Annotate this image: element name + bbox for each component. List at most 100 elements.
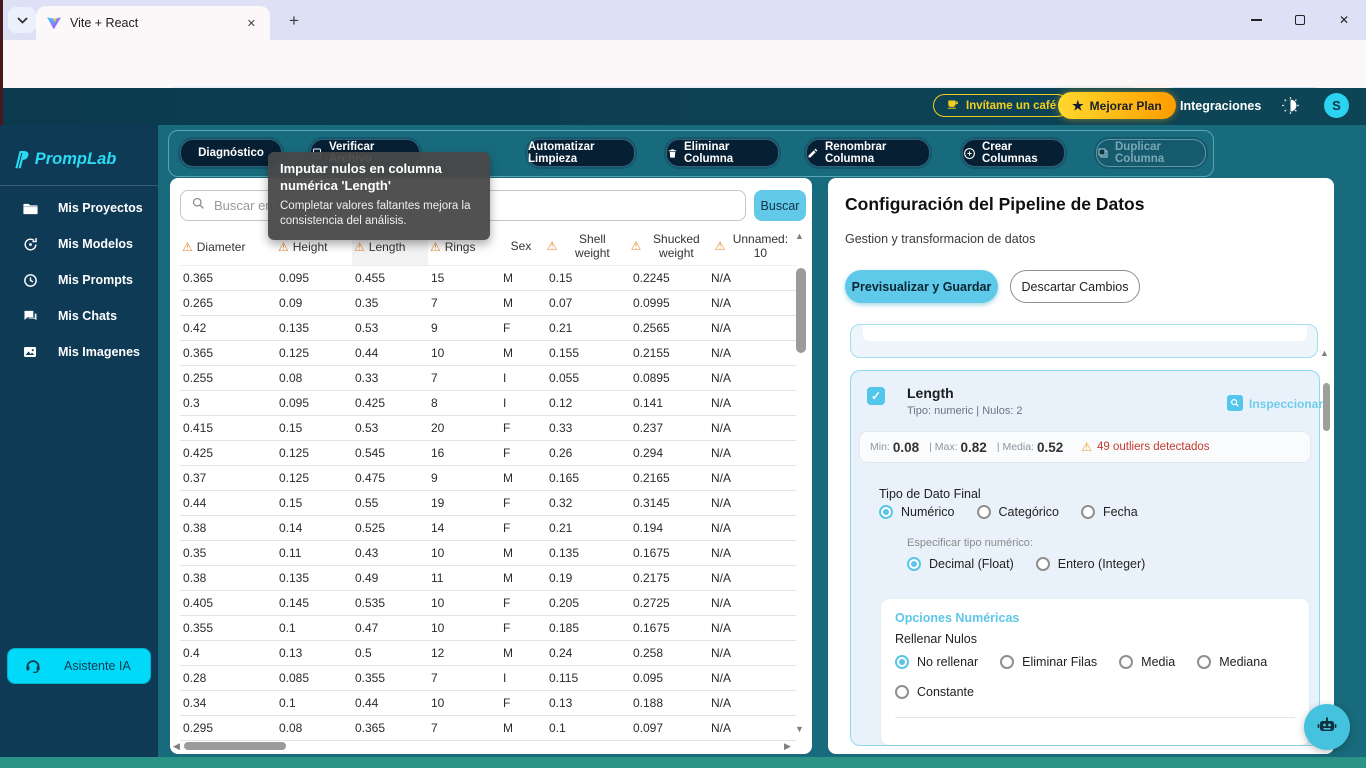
plus-circle-icon bbox=[963, 147, 976, 160]
table-row[interactable]: 0.350.110.4310M0.1350.1675N/A bbox=[180, 541, 796, 566]
upgrade-plan-button[interactable]: ★ Mejorar Plan bbox=[1058, 92, 1176, 119]
table-row[interactable]: 0.4150.150.5320F0.330.237N/A bbox=[180, 416, 796, 441]
table-cell: 0.294 bbox=[628, 446, 708, 460]
radio-button[interactable] bbox=[1197, 655, 1211, 669]
table-cell: 0.09 bbox=[276, 296, 352, 310]
radio-numeric-decimal-float-[interactable]: Decimal (Float) bbox=[907, 557, 1014, 571]
radio-button[interactable] bbox=[895, 685, 909, 699]
sidebar-item-mis-prompts[interactable]: Mis Prompts bbox=[0, 262, 158, 298]
assistant-fab[interactable] bbox=[1304, 704, 1350, 750]
column-header-diameter[interactable]: ⚠Diameter bbox=[180, 228, 276, 265]
radio-button[interactable] bbox=[1119, 655, 1133, 669]
radio-button[interactable] bbox=[1081, 505, 1095, 519]
discard-button[interactable]: Descartar Cambios bbox=[1010, 270, 1140, 303]
radio-fill-no-rellenar[interactable]: No rellenar bbox=[895, 655, 978, 669]
radio-button[interactable] bbox=[977, 505, 991, 519]
table-row[interactable]: 0.4250.1250.54516F0.260.294N/A bbox=[180, 441, 796, 466]
new-tab-button[interactable]: + bbox=[282, 9, 306, 33]
assistant-button[interactable]: Asistente IA bbox=[7, 648, 151, 684]
toolbar-button-automatizar-limpieza[interactable]: Automatizar Limpieza bbox=[527, 139, 635, 167]
table-row[interactable]: 0.4050.1450.53510F0.2050.2725N/A bbox=[180, 591, 796, 616]
preview-save-button[interactable]: Previsualizar y Guardar bbox=[845, 270, 998, 303]
radio-type-num-rico[interactable]: Numérico bbox=[879, 505, 955, 519]
table-cell: N/A bbox=[708, 671, 796, 685]
table-row[interactable]: 0.380.1350.4911M0.190.2175N/A bbox=[180, 566, 796, 591]
inspect-icon[interactable] bbox=[1227, 395, 1243, 411]
tab-close-icon[interactable]: ✕ bbox=[243, 15, 260, 32]
app-logo[interactable]: ⁋ PrompLab bbox=[14, 147, 116, 172]
table-cell: 0.365 bbox=[352, 721, 428, 735]
table-row[interactable]: 0.3650.0950.45515M0.150.2245N/A bbox=[180, 266, 796, 291]
toolbar-button-crear-columnas[interactable]: Crear Columnas bbox=[962, 139, 1065, 167]
browser-tab[interactable]: Vite + React ✕ bbox=[36, 6, 270, 40]
table-cell: 7 bbox=[428, 371, 500, 385]
radio-fill-media[interactable]: Media bbox=[1119, 655, 1175, 669]
radio-type-categ-rico[interactable]: Categórico bbox=[977, 505, 1059, 519]
table-row[interactable]: 0.280.0850.3557I0.1150.095N/A bbox=[180, 666, 796, 691]
table-row[interactable]: 0.420.1350.539F0.210.2565N/A bbox=[180, 316, 796, 341]
column-header-unnamed-10[interactable]: ⚠Unnamed: 10 bbox=[708, 228, 796, 265]
table-cell: 12 bbox=[428, 646, 500, 660]
table-row[interactable]: 0.370.1250.4759M0.1650.2165N/A bbox=[180, 466, 796, 491]
toolbar-button-renombrar-columna[interactable]: Renombrar Columna bbox=[806, 139, 930, 167]
panel-scroll-up-icon[interactable]: ▲ bbox=[1320, 348, 1329, 358]
table-row[interactable]: 0.380.140.52514F0.210.194N/A bbox=[180, 516, 796, 541]
radio-fill-eliminar-filas[interactable]: Eliminar Filas bbox=[1000, 655, 1097, 669]
table-row[interactable]: 0.3550.10.4710F0.1850.1675N/A bbox=[180, 616, 796, 641]
sidebar-item-mis-imagenes[interactable]: Mis Imagenes bbox=[0, 334, 158, 370]
panel-scrollbar-thumb[interactable] bbox=[1323, 383, 1330, 431]
table-cell: N/A bbox=[708, 696, 796, 710]
radio-button[interactable] bbox=[907, 557, 921, 571]
integrations-link[interactable]: Integraciones bbox=[1180, 99, 1261, 113]
table-row[interactable]: 0.2650.090.357M0.070.0995N/A bbox=[180, 291, 796, 316]
column-header-sex[interactable]: Sex bbox=[500, 228, 540, 265]
scroll-up-icon[interactable]: ▲ bbox=[795, 231, 804, 241]
window-minimize-button[interactable] bbox=[1234, 0, 1278, 40]
theme-toggle-icon[interactable] bbox=[1281, 96, 1300, 120]
table-row[interactable]: 0.40.130.512M0.240.258N/A bbox=[180, 641, 796, 666]
window-close-button[interactable]: ✕ bbox=[1322, 0, 1366, 40]
table-cell: 0.255 bbox=[180, 371, 276, 385]
table-row[interactable]: 0.340.10.4410F0.130.188N/A bbox=[180, 691, 796, 716]
table-row[interactable]: 0.2950.080.3657M0.10.097N/A bbox=[180, 716, 796, 741]
radio-fill-mediana[interactable]: Mediana bbox=[1197, 655, 1267, 669]
scroll-down-icon[interactable]: ▼ bbox=[795, 724, 804, 734]
scroll-left-icon[interactable]: ◀ bbox=[173, 741, 180, 752]
sidebar-item-mis-proyectos[interactable]: Mis Proyectos bbox=[0, 190, 158, 226]
tab-search-icon[interactable] bbox=[8, 7, 36, 33]
table-cell: 0.125 bbox=[276, 346, 352, 360]
horizontal-scrollbar-thumb[interactable] bbox=[184, 742, 286, 750]
inspect-link[interactable]: Inspeccionar bbox=[1249, 397, 1323, 411]
table-cell: 0.33 bbox=[352, 371, 428, 385]
radio-numeric-entero-integer-[interactable]: Entero (Integer) bbox=[1036, 557, 1146, 571]
column-header-label: Height bbox=[293, 240, 328, 254]
table-row[interactable]: 0.2550.080.337I0.0550.0895N/A bbox=[180, 366, 796, 391]
table-cell: 0.185 bbox=[540, 621, 628, 635]
coffee-button[interactable]: Invítame un café bbox=[933, 94, 1069, 117]
table-cell: F bbox=[500, 521, 540, 535]
user-avatar[interactable]: S bbox=[1324, 93, 1349, 118]
table-cell: 0.15 bbox=[276, 421, 352, 435]
radio-button[interactable] bbox=[1036, 557, 1050, 571]
radio-fill-constante[interactable]: Constante bbox=[895, 685, 974, 699]
table-row[interactable]: 0.30.0950.4258I0.120.141N/A bbox=[180, 391, 796, 416]
toolbar-button-diagnóstico[interactable]: Diagnóstico bbox=[180, 139, 282, 167]
table-row[interactable]: 0.3650.1250.4410M0.1550.2155N/A bbox=[180, 341, 796, 366]
radio-button[interactable] bbox=[879, 505, 893, 519]
scroll-right-icon[interactable]: ▶ bbox=[784, 741, 791, 752]
toolbar-button-eliminar-columna[interactable]: Eliminar Columna bbox=[666, 139, 779, 167]
search-button[interactable]: Buscar bbox=[754, 190, 806, 221]
vertical-scrollbar-thumb[interactable] bbox=[796, 268, 806, 353]
window-maximize-button[interactable] bbox=[1278, 0, 1322, 40]
radio-type-fecha[interactable]: Fecha bbox=[1081, 505, 1138, 519]
table-row[interactable]: 0.440.150.5519F0.320.3145N/A bbox=[180, 491, 796, 516]
column-header-shell-weight[interactable]: ⚠Shell weight bbox=[540, 228, 628, 265]
column-checkbox[interactable]: ✓ bbox=[867, 387, 885, 405]
radio-button[interactable] bbox=[1000, 655, 1014, 669]
column-header-shucked-weight[interactable]: ⚠Shucked weight bbox=[628, 228, 708, 265]
table-cell: 0.355 bbox=[352, 671, 428, 685]
table-cell: M bbox=[500, 721, 540, 735]
sidebar-item-mis-chats[interactable]: Mis Chats bbox=[0, 298, 158, 334]
radio-button[interactable] bbox=[895, 655, 909, 669]
sidebar-item-mis-modelos[interactable]: Mis Modelos bbox=[0, 226, 158, 262]
